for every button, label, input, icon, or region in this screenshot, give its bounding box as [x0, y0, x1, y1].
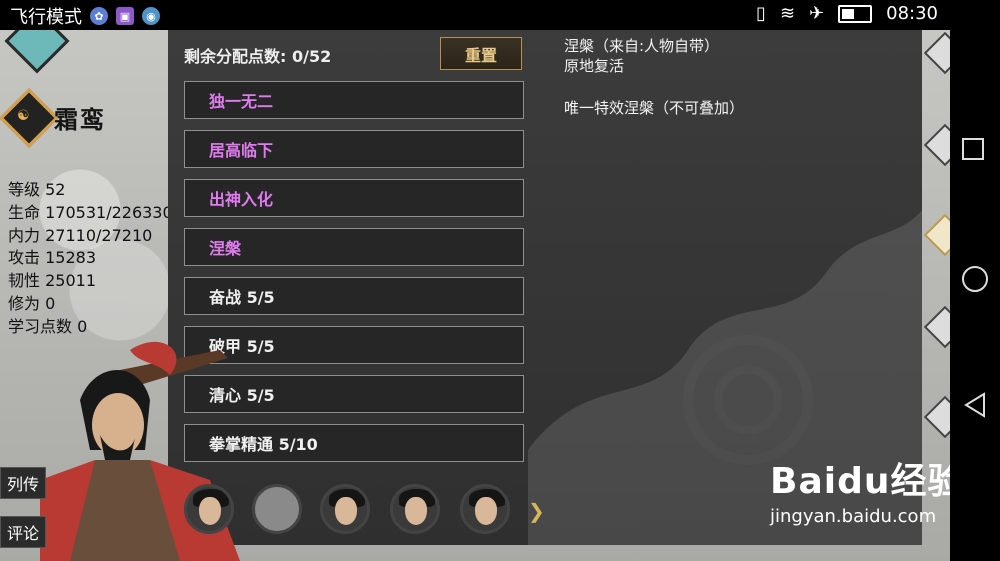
- watermark-logo: Baidu经验: [770, 461, 965, 502]
- wifi-icon: ≋: [779, 3, 796, 24]
- comment-button[interactable]: 评论: [0, 516, 46, 548]
- remaining-points: 剩余分配点数: 0/52: [184, 47, 332, 66]
- clock: 08:30: [886, 3, 938, 24]
- party-avatar[interactable]: [460, 484, 510, 534]
- stat-level: 等级 52: [8, 180, 66, 199]
- detail-title: 涅槃（来自:人物自带）: [564, 37, 720, 55]
- skill-item[interactable]: 出神入化: [184, 179, 524, 217]
- baidu-watermark: Baidu经验 jingyan.baidu.com: [770, 452, 964, 527]
- stat-toughness: 韧性 25011: [8, 271, 97, 291]
- skill-detail: 涅槃（来自:人物自带） 原地复活 唯一特效涅槃（不可叠加）: [564, 36, 744, 118]
- back-icon[interactable]: [962, 392, 988, 418]
- yin-yang-icon: ☯: [17, 108, 30, 124]
- stat-cultivation: 修为 0: [8, 293, 56, 313]
- skill-item[interactable]: 居高临下: [184, 130, 524, 168]
- character-stats: 等级 52 生命 170531/226330 内力 27110/27210 攻击…: [8, 179, 173, 339]
- stat-mp: 内力 27110/27210: [8, 225, 153, 245]
- home-icon[interactable]: [962, 266, 988, 292]
- vibrate-icon: ▯: [756, 3, 766, 24]
- recent-apps-icon[interactable]: [962, 138, 984, 160]
- biography-button[interactable]: 列传: [0, 467, 46, 499]
- gallery-notification-icon: ▣: [116, 7, 134, 25]
- app-notification-icon: ✿: [90, 7, 108, 25]
- next-arrow-icon[interactable]: ❯: [528, 499, 545, 523]
- character-name: 霜鸾: [54, 106, 106, 134]
- party-avatar[interactable]: [320, 484, 370, 534]
- status-bar: 飞行模式 ✿ ▣ ◉ ▯ ≋ ✈ 08:30: [0, 0, 950, 30]
- stat-hp: 生命 170531/226330: [8, 202, 173, 222]
- airplane-icon: ✈: [809, 3, 825, 24]
- skill-item[interactable]: 奋战 5/5: [184, 277, 524, 315]
- location-notification-icon: ◉: [142, 7, 160, 25]
- battery-icon: [838, 4, 873, 23]
- skill-item[interactable]: 独一无二: [184, 81, 524, 119]
- android-nav-bar: [950, 0, 1000, 561]
- airplane-mode-label: 飞行模式: [10, 7, 82, 28]
- party-avatar[interactable]: [184, 484, 234, 534]
- detail-note: 唯一特效涅槃（不可叠加）: [564, 99, 745, 117]
- party-avatar-blurred[interactable]: [252, 484, 302, 534]
- party-avatar[interactable]: [390, 484, 440, 534]
- reset-button[interactable]: 重置: [440, 37, 522, 70]
- skill-item[interactable]: 涅槃: [184, 228, 524, 266]
- stat-attack: 攻击 15283: [8, 248, 97, 268]
- party-avatar-bar: [168, 471, 548, 545]
- watermark-url: jingyan.baidu.com: [770, 506, 937, 527]
- detail-effect: 原地复活: [564, 57, 625, 75]
